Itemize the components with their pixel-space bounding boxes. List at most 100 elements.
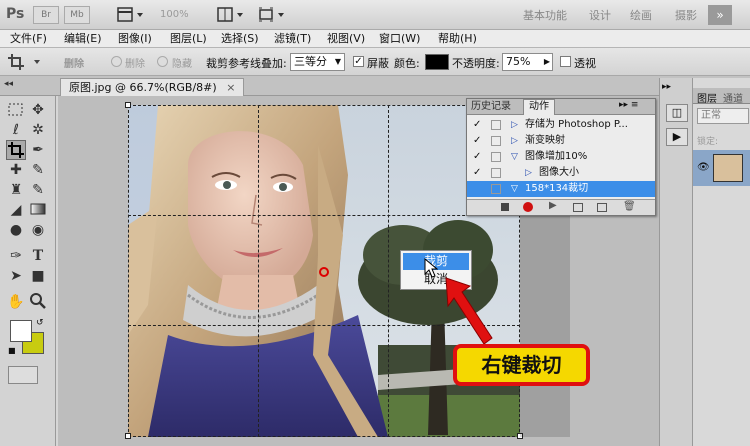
expand-panels-icon[interactable]: ▸▸	[662, 82, 671, 92]
play-icon[interactable]: ▶	[549, 200, 557, 211]
blend-mode-select[interactable]: 正常	[697, 108, 749, 124]
blur-drop-icon: ●	[9, 222, 23, 238]
menu-help[interactable]: 帮助(H)	[438, 31, 477, 47]
view-extras-button[interactable]	[117, 7, 147, 23]
trash-icon[interactable]: 🗑	[623, 201, 636, 212]
disclosure-triangle-icon[interactable]: ▷	[511, 133, 518, 149]
crop-handle-tl[interactable]	[125, 102, 131, 108]
action-row[interactable]: ✓ ▷ 存储为 Photoshop P...	[467, 117, 655, 133]
menu-edit[interactable]: 编辑(E)	[64, 31, 102, 47]
gradient-tool[interactable]	[28, 200, 48, 220]
hide-radio[interactable]	[157, 56, 168, 67]
blur-tool[interactable]: ●	[6, 220, 26, 240]
path-selection-tool[interactable]: ➤	[6, 266, 26, 286]
shape-tool[interactable]: ■	[28, 266, 48, 286]
action-toggle-checkbox[interactable]: ✓	[473, 120, 483, 130]
magic-wand-tool[interactable]: ✲	[28, 120, 48, 140]
menu-file[interactable]: 文件(F)	[10, 31, 47, 47]
bridge-button[interactable]: Br	[33, 6, 59, 24]
pen-tool[interactable]: ✑	[6, 246, 26, 266]
arrange-documents-button[interactable]	[217, 7, 247, 23]
layer-thumbnail	[713, 154, 743, 182]
disclosure-triangle-icon[interactable]: ▽	[511, 149, 518, 165]
crop-handle-bl[interactable]	[125, 433, 131, 439]
workspace-more-button[interactable]: »	[708, 5, 732, 25]
disclosure-triangle-icon[interactable]: ▷	[525, 165, 532, 181]
dialog-toggle-box[interactable]	[491, 168, 501, 178]
eye-icon[interactable]: 👁	[697, 162, 710, 173]
action-toggle-checkbox[interactable]: ✓	[473, 152, 483, 162]
delete-radio[interactable]	[111, 56, 122, 67]
history-panel-button[interactable]: ◫	[666, 104, 688, 122]
document-tab[interactable]: 原图.jpg @ 66.7%(RGB/8#) ×	[60, 78, 245, 96]
zoom-level-field[interactable]: 100%	[160, 9, 189, 20]
dialog-toggle-box[interactable]	[491, 184, 501, 194]
menu-image[interactable]: 图像(I)	[118, 31, 152, 47]
action-toggle-checkbox[interactable]	[473, 184, 483, 194]
opacity-field[interactable]: 75% ▶	[502, 53, 553, 71]
dialog-toggle-box[interactable]	[491, 136, 501, 146]
tab-history[interactable]: 历史记录	[471, 100, 511, 114]
action-row[interactable]: ▽ 158*134裁切	[467, 181, 655, 197]
action-toggle-checkbox[interactable]: ✓	[473, 168, 483, 178]
dialog-toggle-box[interactable]	[491, 152, 501, 162]
menu-window[interactable]: 窗口(W)	[379, 31, 420, 47]
lasso-tool[interactable]: ℓ	[6, 120, 26, 140]
healing-brush-tool[interactable]: ✚	[6, 160, 26, 180]
overlay-select[interactable]: 三等分 ▼	[290, 53, 345, 71]
action-row[interactable]: ✓ ▷ 渐变映射	[467, 133, 655, 149]
workspace-essentials[interactable]: 基本功能	[523, 7, 567, 23]
hand-tool[interactable]: ✋	[6, 292, 26, 312]
panel-menu-icon[interactable]: ▸▸ ≡	[619, 100, 638, 110]
crop-center-icon	[319, 267, 329, 277]
clone-stamp-tool[interactable]: ♜	[6, 180, 26, 200]
disclosure-triangle-icon[interactable]: ▷	[511, 117, 518, 133]
dodge-tool[interactable]: ◉	[28, 220, 48, 240]
foreground-color-swatch[interactable]	[10, 320, 32, 342]
crop-tool[interactable]	[6, 140, 26, 160]
close-tab-icon[interactable]: ×	[226, 81, 235, 94]
mini-bridge-button[interactable]: Mb	[64, 6, 90, 24]
quick-mask-button[interactable]	[8, 366, 38, 384]
disclosure-triangle-icon[interactable]: ▽	[511, 181, 518, 197]
marquee-tool[interactable]	[6, 100, 26, 120]
zoom-tool[interactable]	[28, 292, 48, 312]
collapse-panel-icon[interactable]: ◂◂	[4, 79, 13, 89]
new-set-icon[interactable]	[573, 203, 583, 212]
tab-actions[interactable]: 动作	[523, 99, 555, 115]
brush-tool[interactable]: ✎	[28, 160, 48, 180]
workspace-design[interactable]: 设计	[589, 7, 611, 23]
stop-icon[interactable]	[501, 203, 509, 211]
action-row[interactable]: ✓ ▷ 图像大小	[467, 165, 655, 181]
eyedropper-tool[interactable]: ✒	[28, 140, 48, 160]
tab-channels[interactable]: 通道	[723, 90, 743, 105]
dialog-toggle-box[interactable]	[491, 120, 501, 130]
eraser-tool[interactable]: ◢	[6, 200, 26, 220]
shield-checkbox[interactable]: ✓	[353, 56, 364, 67]
menu-filter[interactable]: 滤镜(T)	[274, 31, 311, 47]
new-action-icon[interactable]	[597, 203, 607, 212]
actions-panel-button[interactable]: ▶	[666, 128, 688, 146]
action-toggle-checkbox[interactable]: ✓	[473, 136, 483, 146]
screen-mode-button[interactable]	[258, 7, 288, 23]
shield-color-swatch[interactable]	[425, 54, 449, 70]
history-brush-tool[interactable]: ✎	[28, 180, 48, 200]
record-icon[interactable]	[523, 202, 533, 212]
type-tool[interactable]: T	[28, 246, 48, 266]
menu-view[interactable]: 视图(V)	[327, 31, 365, 47]
shield-delete-option[interactable]: 删除	[64, 55, 84, 70]
callout-arrow-icon	[445, 277, 493, 345]
menu-layer[interactable]: 图层(L)	[170, 31, 207, 47]
workspace-photography[interactable]: 摄影	[675, 7, 697, 23]
layer-row-background[interactable]: 👁	[693, 150, 750, 186]
tool-preset-picker[interactable]	[6, 53, 46, 71]
action-row[interactable]: ✓ ▽ 图像增加10%	[467, 149, 655, 165]
default-colors-icon[interactable]: ■	[8, 346, 16, 355]
swap-colors-icon[interactable]: ↺	[36, 318, 44, 328]
move-tool[interactable]: ✥	[28, 100, 48, 120]
perspective-checkbox[interactable]	[560, 56, 571, 67]
menu-select[interactable]: 选择(S)	[221, 31, 259, 47]
workspace-painting[interactable]: 绘画	[630, 7, 652, 23]
tab-layers[interactable]: 图层	[697, 90, 717, 105]
action-label: 图像大小	[539, 167, 579, 178]
